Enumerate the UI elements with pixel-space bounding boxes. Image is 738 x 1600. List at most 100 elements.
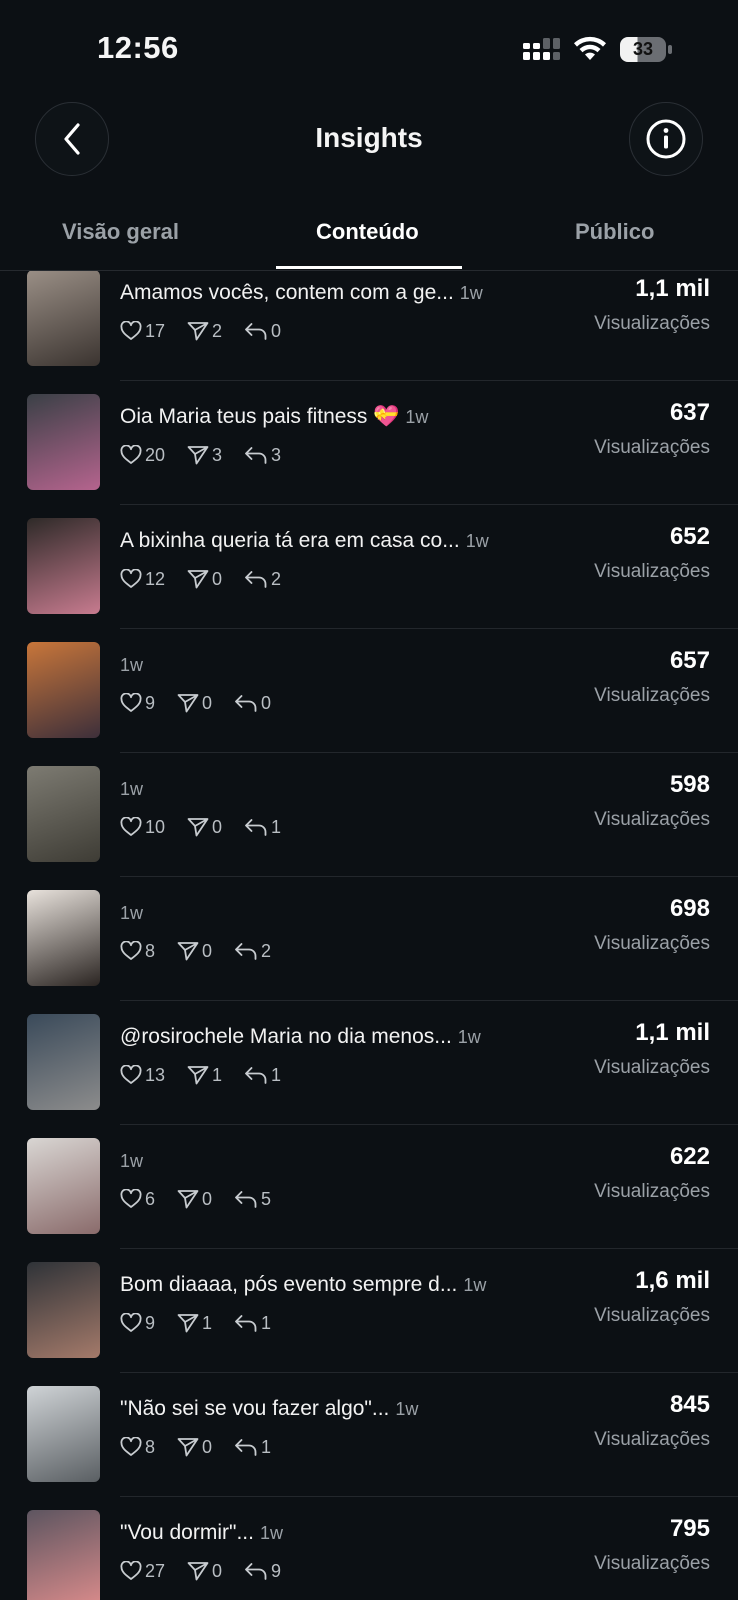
- replies-count-value: 1: [271, 816, 282, 837]
- post-thumbnail[interactable]: [27, 1014, 100, 1110]
- tab-content[interactable]: Conteúdo: [316, 219, 419, 245]
- post-thumbnail[interactable]: [27, 890, 100, 986]
- post-row[interactable]: 1w 10 0 1 598 Visualizações: [0, 753, 738, 877]
- shares-count-value: 0: [202, 692, 213, 713]
- views-label: Visualizações: [594, 1305, 710, 1326]
- post-row[interactable]: Bom diaaaa, pós evento sempre d... 1w 9 1 1 1…: [0, 1249, 738, 1373]
- post-row[interactable]: Oia Maria teus pais fitness 💝 1w 20 3 3 637 Vi…: [0, 381, 738, 505]
- send-icon: [177, 942, 199, 961]
- views-count: 795: [669, 1515, 710, 1542]
- shares-count: 0: [177, 693, 212, 714]
- views-label: Visualizações: [594, 1429, 710, 1450]
- post-row[interactable]: 1w 8 0 2 698 Visualizações: [0, 877, 738, 1001]
- tab-audience[interactable]: Público: [575, 219, 654, 245]
- posts-list: Amamos vocês, contem com a ge... 1w 17 2 0 1,…: [0, 271, 738, 1600]
- post-thumbnail[interactable]: [27, 518, 100, 614]
- shares-count-value: 1: [202, 1312, 213, 1333]
- shares-count: 2: [187, 321, 222, 342]
- replies-count: 0: [234, 693, 271, 714]
- likes-count-value: 9: [145, 1312, 156, 1333]
- post-row[interactable]: "Vou dormir"... 1w 27 0 9 795 Visualizações: [0, 1497, 738, 1600]
- post-thumbnail[interactable]: [27, 1510, 100, 1600]
- reply-icon: [235, 695, 257, 712]
- replies-count-value: 9: [271, 1560, 282, 1581]
- heart-icon: [120, 445, 142, 464]
- views-label: Visualizações: [594, 809, 710, 830]
- post-thumbnail[interactable]: [27, 642, 100, 738]
- reply-icon: [245, 1563, 267, 1580]
- likes-count-value: 12: [145, 568, 166, 589]
- post-row[interactable]: A bixinha queria tá era em casa co... 1w 1…: [0, 505, 738, 629]
- replies-count-value: 3: [271, 444, 282, 465]
- post-metrics: 20 3 3: [120, 443, 303, 467]
- send-icon: [187, 818, 209, 837]
- heart-icon: [120, 321, 142, 340]
- post-caption-text: @rosirochele Maria no dia menos...: [120, 1025, 452, 1048]
- post-row[interactable]: Amamos vocês, contem com a ge... 1w 17 2 0 1,…: [0, 271, 738, 381]
- views-count: 622: [669, 1143, 710, 1170]
- likes-count-value: 9: [145, 692, 156, 713]
- post-age: 1w: [405, 407, 429, 427]
- post-row[interactable]: @rosirochele Maria no dia menos... 1w 13 1 1…: [0, 1001, 738, 1125]
- replies-count-value: 5: [261, 1188, 272, 1209]
- shares-count-value: 0: [202, 1436, 213, 1457]
- battery-indicator: 33: [620, 37, 673, 62]
- post-caption: Oia Maria teus pais fitness 💝 1w: [120, 405, 428, 429]
- likes-count-value: 13: [145, 1064, 166, 1085]
- post-thumbnail[interactable]: [27, 1138, 100, 1234]
- send-icon: [187, 1066, 209, 1085]
- views-count: 652: [669, 523, 710, 550]
- likes-count-value: 20: [145, 444, 166, 465]
- post-caption: Amamos vocês, contem com a ge... 1w: [120, 281, 483, 305]
- post-caption-text: "Não sei se vou fazer algo"...: [120, 1397, 390, 1420]
- page-title: Insights: [315, 122, 423, 153]
- post-caption-text: "Vou dormir"...: [120, 1521, 254, 1544]
- post-caption-text: Amamos vocês, contem com a ge...: [120, 281, 454, 304]
- likes-count: 6: [120, 1189, 155, 1210]
- replies-count-value: 0: [271, 320, 282, 341]
- header: Insights: [0, 100, 738, 180]
- shares-count: 1: [177, 1313, 212, 1334]
- post-thumbnail[interactable]: [27, 1262, 100, 1358]
- post-metrics: 27 0 9: [120, 1559, 303, 1583]
- heart-icon: [120, 1561, 142, 1580]
- send-icon: [187, 322, 209, 341]
- post-age: 1w: [259, 1523, 283, 1543]
- reply-icon: [245, 819, 267, 836]
- post-thumbnail[interactable]: [27, 271, 100, 366]
- likes-count: 8: [120, 941, 155, 962]
- views-count: 657: [669, 647, 710, 674]
- likes-count: 20: [120, 445, 165, 466]
- post-thumbnail[interactable]: [27, 766, 100, 862]
- info-button[interactable]: [629, 102, 703, 176]
- post-age: 1w: [465, 531, 489, 551]
- post-caption: A bixinha queria tá era em casa co... 1w: [120, 529, 489, 553]
- heart-icon: [120, 817, 142, 836]
- likes-count-value: 10: [145, 816, 166, 837]
- post-row[interactable]: "Não sei se vou fazer algo"... 1w 8 0 1 845 Vi…: [0, 1373, 738, 1497]
- reply-icon: [245, 447, 267, 464]
- tab-bar: Visão geral Conteúdo Público: [0, 200, 738, 271]
- shares-count-value: 1: [212, 1064, 223, 1085]
- post-metrics: 8 0 1: [120, 1435, 293, 1459]
- shares-count: 1: [187, 1065, 222, 1086]
- views-count: 598: [669, 771, 710, 798]
- post-caption: "Não sei se vou fazer algo"... 1w: [120, 1397, 418, 1421]
- battery-level: 33: [632, 39, 654, 59]
- heart-icon: [120, 569, 142, 588]
- tab-overview[interactable]: Visão geral: [62, 219, 179, 245]
- post-age: 1w: [463, 1275, 487, 1295]
- post-metrics: 10 0 1: [120, 815, 303, 839]
- post-thumbnail[interactable]: [27, 1386, 100, 1482]
- shares-count-value: 0: [212, 816, 223, 837]
- post-caption: 1w: [120, 777, 143, 801]
- active-tab-indicator: [276, 266, 462, 269]
- wifi-icon: [574, 36, 606, 60]
- post-row[interactable]: 1w 6 0 5 622 Visualizações: [0, 1125, 738, 1249]
- post-metrics: 17 2 0: [120, 319, 303, 343]
- post-thumbnail[interactable]: [27, 394, 100, 490]
- post-caption-text: A bixinha queria tá era em casa co...: [120, 529, 460, 552]
- likes-count-value: 8: [145, 940, 156, 961]
- shares-count-value: 0: [212, 568, 223, 589]
- post-row[interactable]: 1w 9 0 0 657 Visualizações: [0, 629, 738, 753]
